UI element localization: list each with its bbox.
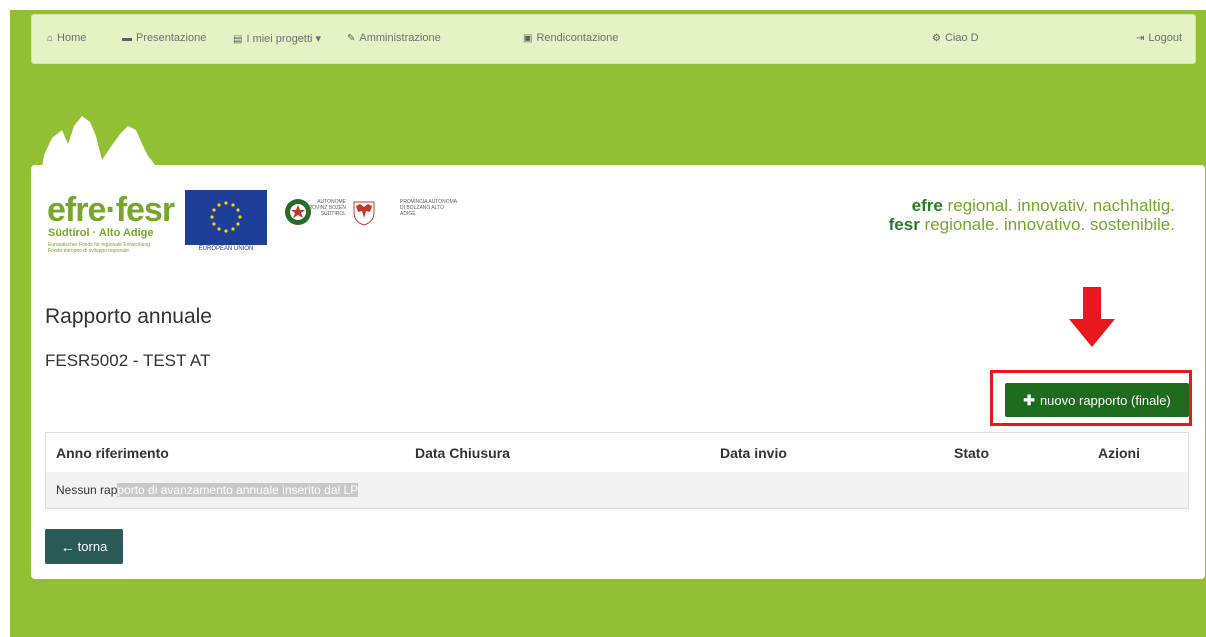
- table-header: Anno riferimento Data Chiusura Data invi…: [46, 433, 1188, 473]
- nav-amministrazione[interactable]: ✎ Amministrazione: [347, 32, 441, 44]
- nav-logout[interactable]: ⇥ Logout: [1136, 32, 1182, 44]
- eu-label: EUROPEAN UNION: [198, 246, 254, 252]
- presentation-icon: ▬: [122, 33, 132, 44]
- gear-icon: ⚙: [932, 33, 941, 44]
- nav-progetti[interactable]: ▤ I miei progetti ▾: [233, 32, 321, 45]
- pencil-icon: ✎: [347, 33, 356, 44]
- col-data-invio[interactable]: Data invio: [720, 445, 787, 461]
- money-icon: ▣: [523, 33, 533, 44]
- back-button[interactable]: ← torna: [45, 529, 123, 564]
- plus-icon: ✚: [1023, 391, 1035, 408]
- project-subtitle: FESR5002 - TEST AT: [45, 351, 211, 370]
- new-report-button[interactable]: ✚ nuovo rapporto (finale): [1005, 383, 1189, 417]
- nav-presentazione[interactable]: ▬ Presentazione: [122, 32, 206, 44]
- logout-icon: ⇥: [1136, 33, 1145, 44]
- caret-down-icon: ▾: [312, 33, 322, 45]
- slogan-line-de: efre regional. innovativ. nachhaltig.: [911, 196, 1175, 215]
- empty-message: Nessun rapporto di avanzamento annuale i…: [56, 483, 359, 497]
- slogan: efre regional. innovativ. nachhaltig. fe…: [889, 196, 1175, 234]
- slogan-line-it: fesr regionale. innovativo. sostenibile.: [888, 215, 1175, 234]
- table-row: Nessun rapporto di avanzamento annuale i…: [46, 472, 1188, 508]
- efre-tiny-text: Europäischer Fonds für regionale Entwick…: [48, 242, 150, 254]
- nav-user-greeting[interactable]: ⚙ Ciao D: [932, 32, 979, 44]
- col-anno-riferimento[interactable]: Anno riferimento: [56, 445, 169, 461]
- eu-stars-icon: [210, 201, 242, 233]
- arrow-left-icon: ←: [60, 538, 75, 555]
- col-data-chiusura[interactable]: Data Chiusura: [415, 445, 510, 461]
- efre-fesr-logo: efre·fesr: [47, 191, 175, 229]
- book-icon: ▤: [233, 34, 243, 45]
- eagle-coat-of-arms-icon: [353, 201, 375, 226]
- reports-table: Anno riferimento Data Chiusura Data invi…: [45, 432, 1189, 509]
- eu-flag-logo: [185, 190, 267, 245]
- province-it-label: PROVINCIA AUTONOMA DI BOLZANO ALTO ADIGE: [400, 199, 457, 217]
- top-strip: [0, 0, 1206, 10]
- top-navbar: ⌂ Home ▬ Presentazione ▤ I miei progetti ▾ …: [31, 14, 1196, 64]
- page-title: Rapporto annuale: [45, 305, 212, 328]
- col-azioni[interactable]: Azioni: [1098, 445, 1140, 461]
- nav-rendicontazione[interactable]: ▣ Rendicontazione: [523, 32, 618, 44]
- red-arrow-down-icon: [1069, 287, 1115, 347]
- nav-home[interactable]: ⌂ Home: [47, 32, 86, 44]
- efre-region-label: Südtirol · Alto Adige: [48, 227, 154, 239]
- home-icon: ⌂: [47, 33, 54, 44]
- province-de-label: AUTONOME PROVINZ BOZEN SÜDTIROL: [305, 199, 346, 217]
- col-stato[interactable]: Stato: [954, 445, 989, 461]
